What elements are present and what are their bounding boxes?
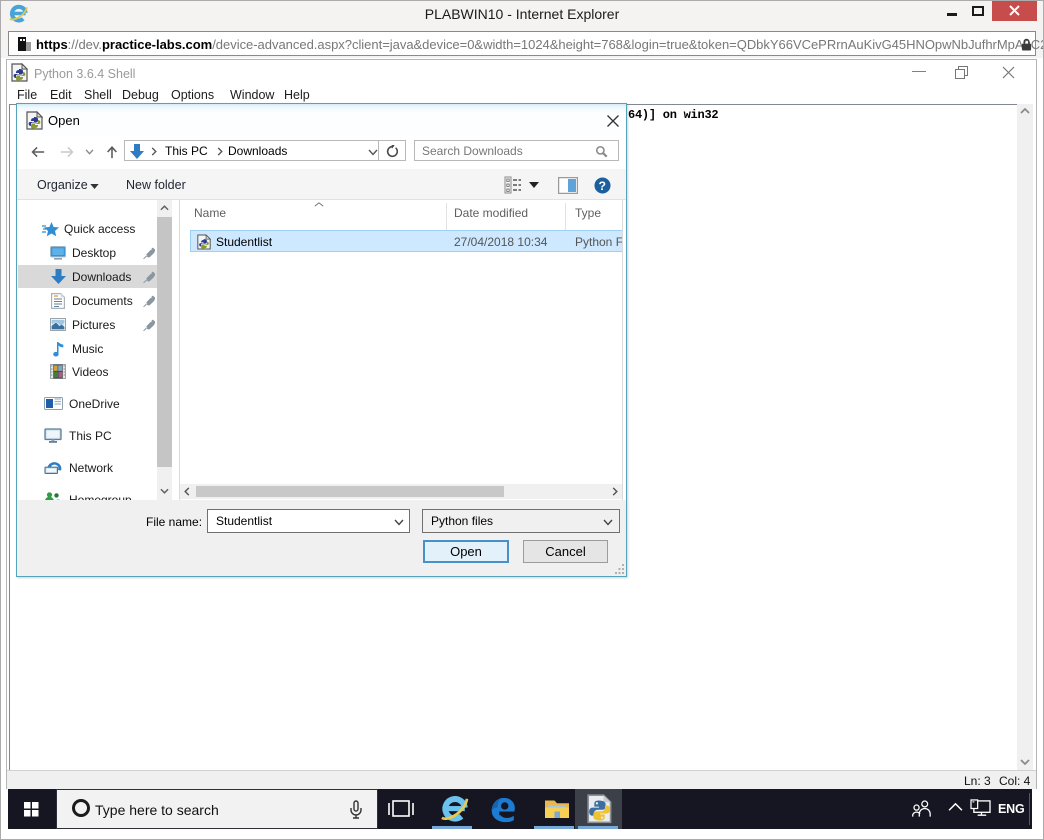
svg-text:?: ? (598, 179, 606, 193)
